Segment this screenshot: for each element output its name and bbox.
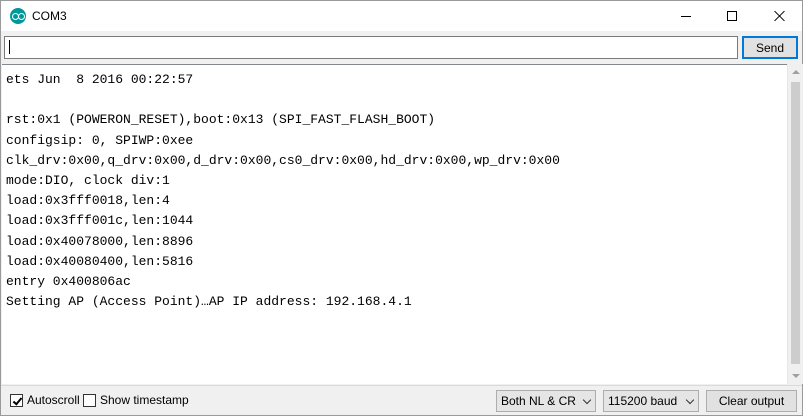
- text-caret: [9, 40, 10, 54]
- serial-input[interactable]: [4, 36, 738, 59]
- output-line: clk_drv:0x00,q_drv:0x00,d_drv:0x00,cs0_d…: [6, 152, 560, 168]
- scroll-up-icon[interactable]: [792, 70, 800, 74]
- output-line: load:0x40080400,len:5816: [6, 253, 194, 269]
- send-button[interactable]: Send: [742, 36, 798, 59]
- output-line: configsip: 0, SPIWP:0xee: [6, 132, 194, 148]
- output-line: load:0x3fff0018,len:4: [6, 193, 170, 209]
- output-line: mode:DIO, clock div:1: [6, 173, 170, 189]
- output-line: load:0x40078000,len:8896: [6, 233, 194, 249]
- bottom-toolbar: Autoscroll Show timestamp Both NL & CR 1…: [1, 385, 802, 415]
- arduino-icon: [10, 8, 26, 24]
- output-line: ets Jun 8 2016 00:22:57: [6, 72, 194, 87]
- title-bar: COM3: [1, 1, 802, 31]
- autoscroll-checkbox[interactable]: [10, 394, 23, 407]
- window-title: COM3: [32, 9, 67, 23]
- scrollbar-thumb[interactable]: [791, 82, 800, 364]
- close-icon: [773, 10, 785, 22]
- show-timestamp-checkbox[interactable]: [83, 394, 96, 407]
- autoscroll-label: Autoscroll: [27, 393, 80, 407]
- chevron-down-icon: [685, 395, 695, 405]
- maximize-button[interactable]: [709, 1, 755, 31]
- scroll-down-icon[interactable]: [792, 374, 800, 378]
- serial-output[interactable]: ets Jun 8 2016 00:22:57 rst:0x1 (POWERON…: [2, 64, 788, 384]
- line-ending-value: Both NL & CR: [501, 394, 576, 408]
- clear-output-button[interactable]: Clear output: [706, 390, 797, 412]
- show-timestamp-label: Show timestamp: [100, 393, 189, 407]
- output-line: load:0x3fff001c,len:1044: [6, 213, 194, 229]
- maximize-icon: [727, 11, 737, 21]
- output-line: entry 0x400806ac: [6, 274, 131, 290]
- minimize-icon: [681, 15, 691, 17]
- serial-monitor-window: COM3 Send ets Jun 8 2016 00:22:57 rst:0x…: [0, 0, 803, 416]
- line-ending-select[interactable]: Both NL & CR: [496, 390, 596, 412]
- output-line: Setting AP (Access Point)…AP IP address:…: [6, 294, 412, 310]
- baud-rate-value: 115200 baud: [608, 394, 678, 408]
- serial-output-text: ets Jun 8 2016 00:22:57 rst:0x1 (POWERON…: [6, 70, 560, 312]
- close-button[interactable]: [756, 1, 802, 31]
- vertical-scrollbar[interactable]: [787, 64, 803, 384]
- baud-rate-select[interactable]: 115200 baud: [603, 390, 699, 412]
- minimize-button[interactable]: [663, 1, 709, 31]
- chevron-down-icon: [582, 395, 592, 405]
- output-line: rst:0x1 (POWERON_RESET),boot:0x13 (SPI_F…: [6, 112, 436, 128]
